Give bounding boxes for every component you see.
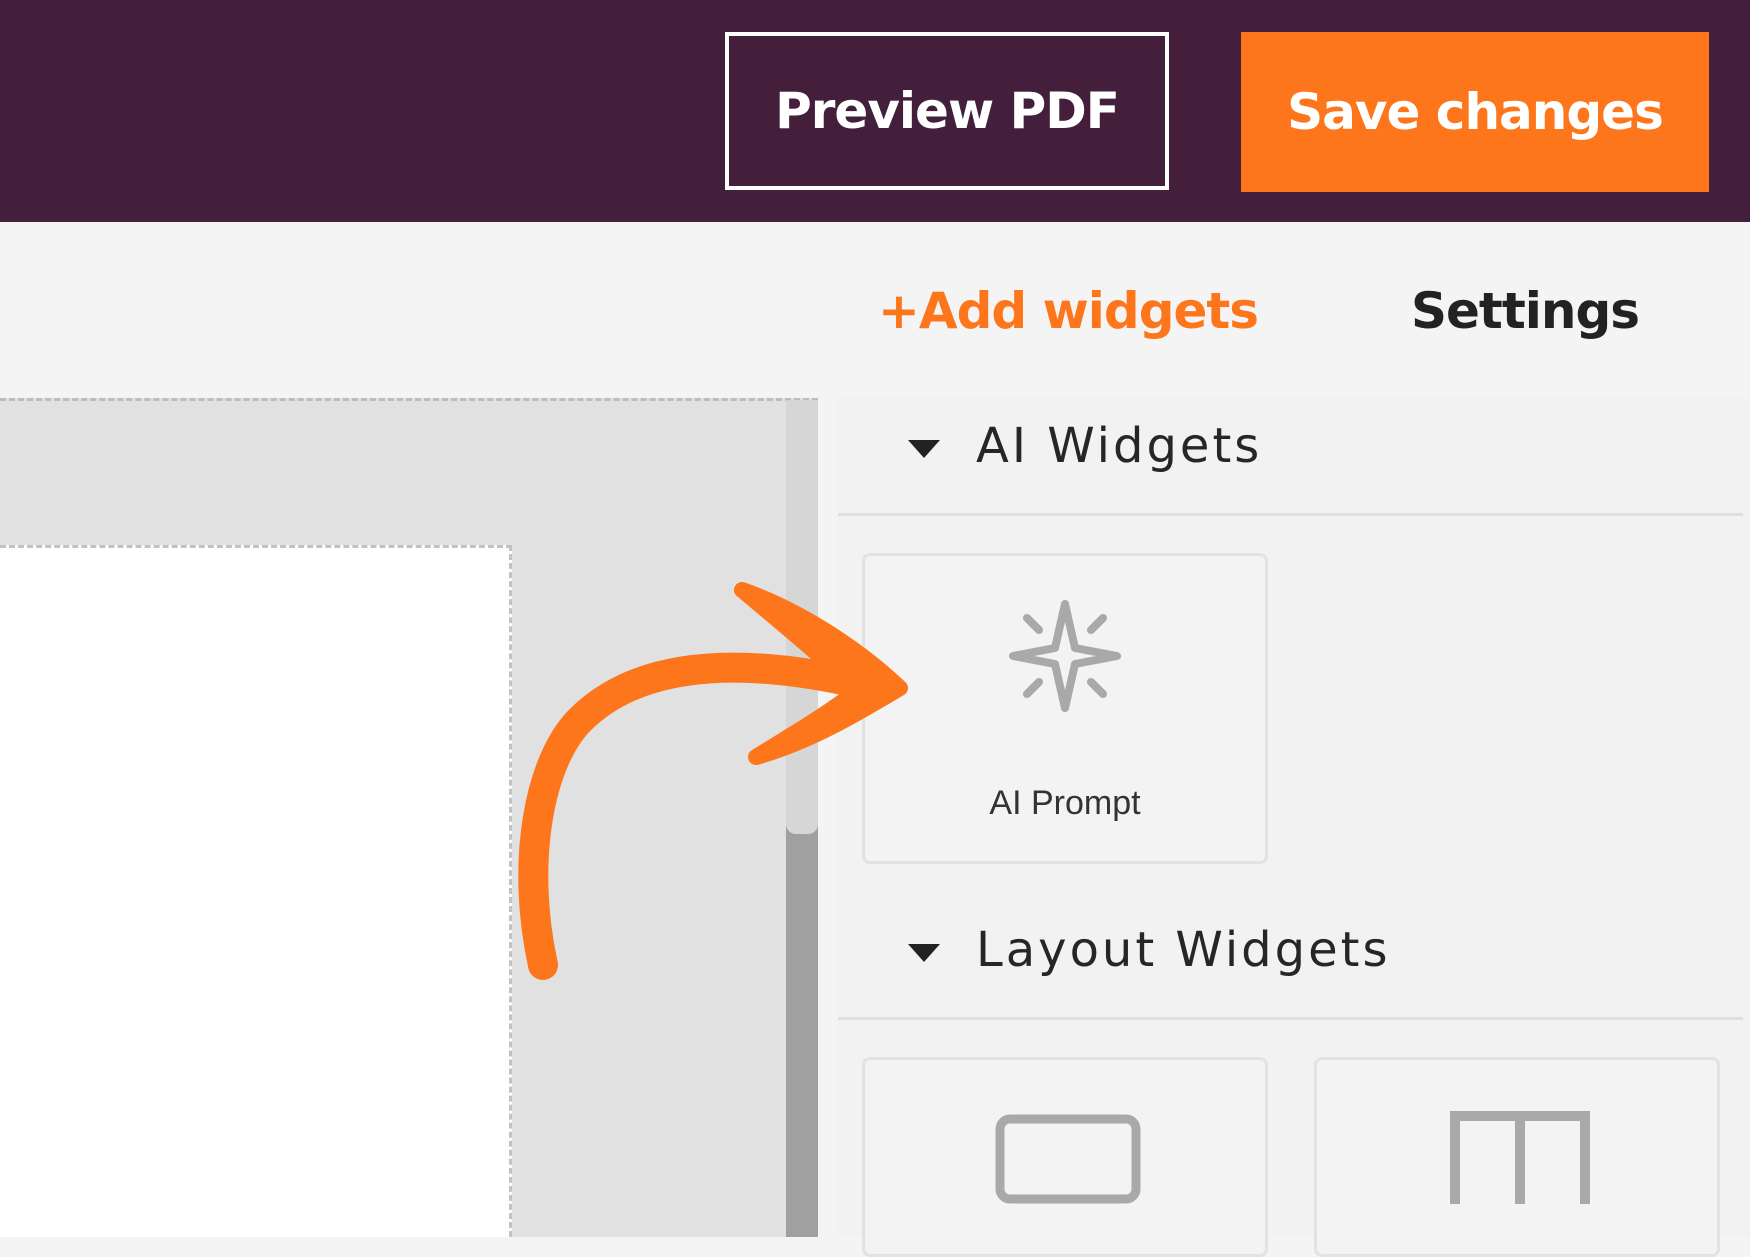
- widget-ai-prompt[interactable]: AI Prompt: [862, 553, 1268, 864]
- section-title: AI Widgets: [976, 418, 1263, 474]
- scrollbar-thumb[interactable]: [786, 400, 818, 834]
- top-bar: Preview PDF Save changes: [0, 0, 1750, 222]
- caret-down-icon: [908, 944, 940, 962]
- widget-single-column[interactable]: [862, 1057, 1268, 1257]
- preview-pdf-button[interactable]: Preview PDF: [725, 32, 1169, 190]
- save-changes-button[interactable]: Save changes: [1241, 32, 1709, 192]
- caret-down-icon: [908, 440, 940, 458]
- section-ai-widgets[interactable]: AI Widgets: [838, 400, 1743, 516]
- two-column-icon: [1450, 1111, 1590, 1204]
- widget-two-column[interactable]: [1314, 1057, 1720, 1257]
- document-page[interactable]: [0, 545, 512, 1237]
- widget-label: AI Prompt: [989, 784, 1141, 822]
- section-layout-widgets[interactable]: Layout Widgets: [838, 904, 1743, 1020]
- tab-settings[interactable]: Settings: [1411, 282, 1640, 340]
- single-column-icon: [995, 1114, 1141, 1204]
- tab-add-widgets[interactable]: +Add widgets: [878, 282, 1259, 340]
- section-title: Layout Widgets: [976, 922, 1391, 978]
- sparkle-icon: [1009, 600, 1121, 712]
